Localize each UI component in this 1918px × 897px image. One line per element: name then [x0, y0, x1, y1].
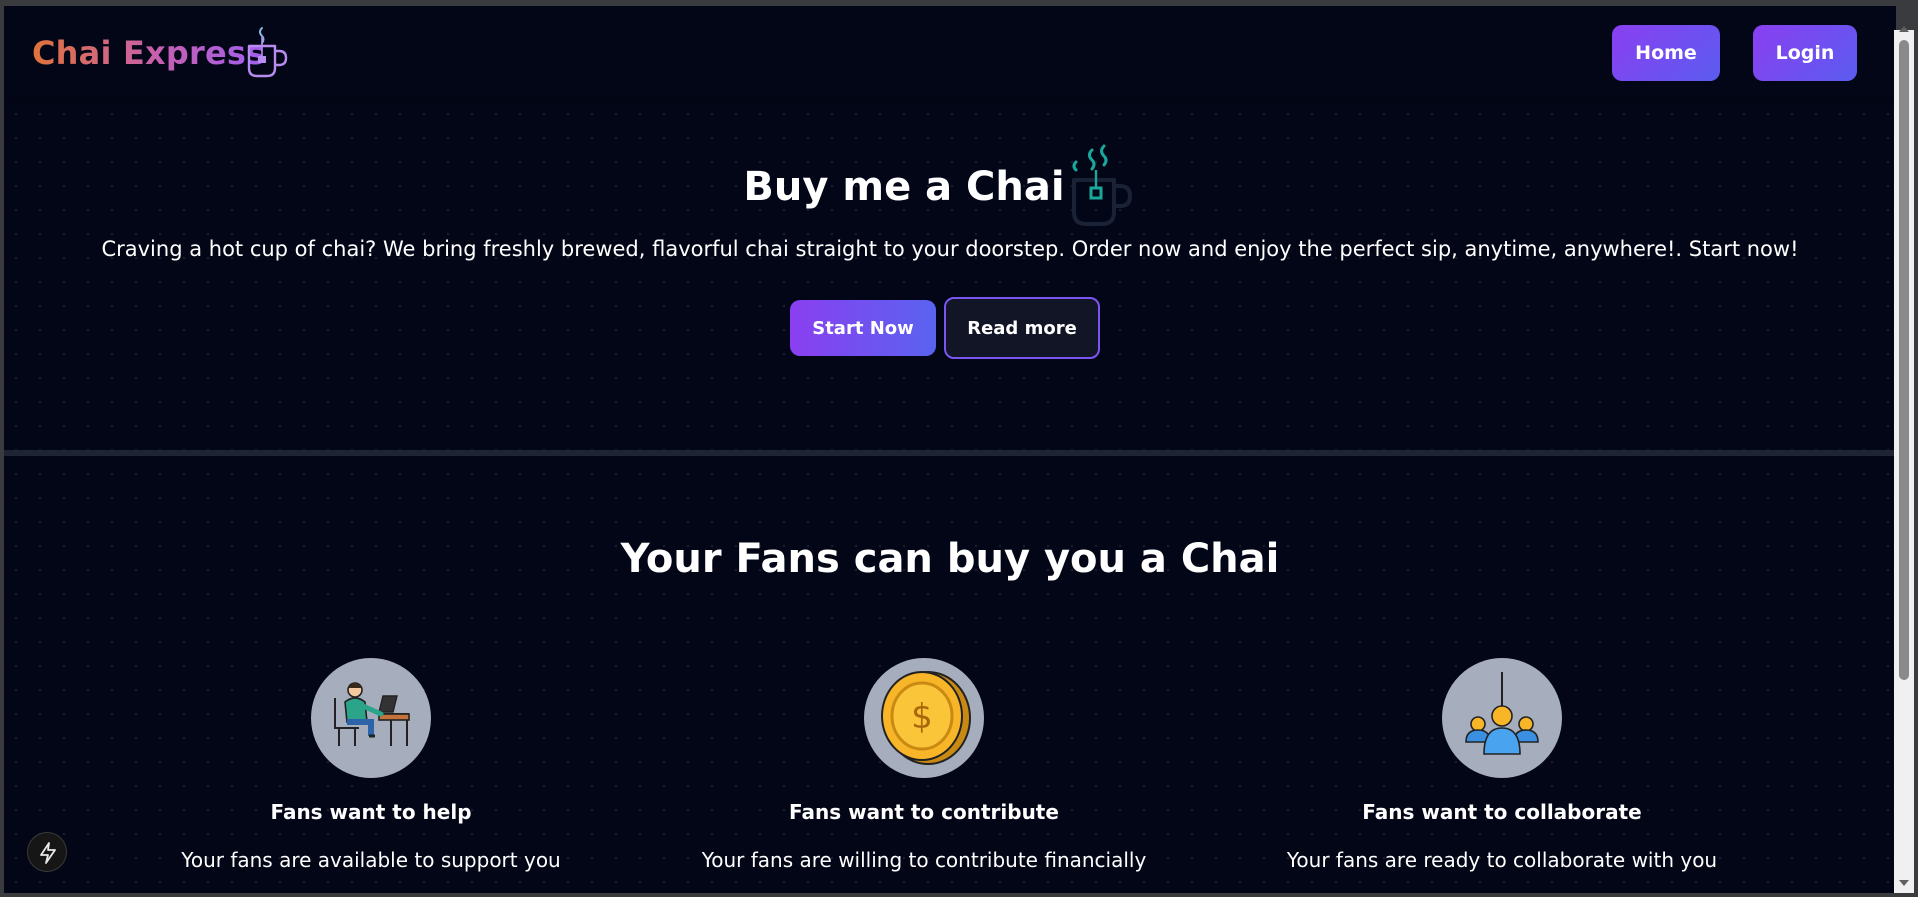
steaming-tea-mug-icon — [1072, 144, 1133, 226]
hero-description: Craving a hot cup of chai? We bring fres… — [101, 237, 1799, 261]
dev-tools-button[interactable] — [27, 832, 67, 872]
svg-text:$: $ — [911, 697, 933, 737]
card-title: Fans want to help — [270, 800, 472, 824]
app-window: Chai Express Home Login Buy me a Chai Cr… — [4, 6, 1896, 893]
hero-title: Buy me a Chai — [743, 164, 1065, 210]
person-at-desk-icon — [311, 658, 431, 778]
navbar: Chai Express Home Login — [4, 6, 1896, 97]
section-divider — [4, 450, 1896, 456]
feature-card-help: Fans want to help Your fans are availabl… — [91, 658, 651, 872]
group-collaborate-icon — [1442, 658, 1562, 778]
start-now-button[interactable]: Start Now — [790, 300, 936, 356]
scroll-down-arrow[interactable] — [1899, 880, 1909, 886]
login-button[interactable]: Login — [1753, 25, 1857, 81]
lightning-bolt-icon — [40, 842, 56, 864]
brand-logo-text[interactable]: Chai Express — [32, 34, 265, 72]
read-more-button[interactable]: Read more — [944, 297, 1100, 359]
feature-card-collaborate: Fans want to collaborate Your fans are r… — [1222, 658, 1782, 872]
home-button[interactable]: Home — [1612, 25, 1720, 81]
gold-coin-icon: $ — [864, 658, 984, 778]
scrollbar-thumb[interactable] — [1899, 40, 1909, 680]
card-description: Your fans are available to support you — [181, 848, 561, 872]
card-title: Fans want to collaborate — [1362, 800, 1642, 824]
card-description: Your fans are willing to contribute fina… — [701, 848, 1147, 872]
card-description: Your fans are ready to collaborate with … — [1286, 848, 1718, 872]
card-title: Fans want to contribute — [789, 800, 1059, 824]
fans-section-title: Your Fans can buy you a Chai — [620, 536, 1280, 582]
feature-card-contribute: $ Fans want to contribute Your fans are … — [644, 658, 1204, 872]
tea-mug-icon — [247, 27, 288, 78]
scroll-up-arrow[interactable] — [1899, 26, 1909, 32]
vertical-scrollbar[interactable] — [1894, 26, 1914, 893]
